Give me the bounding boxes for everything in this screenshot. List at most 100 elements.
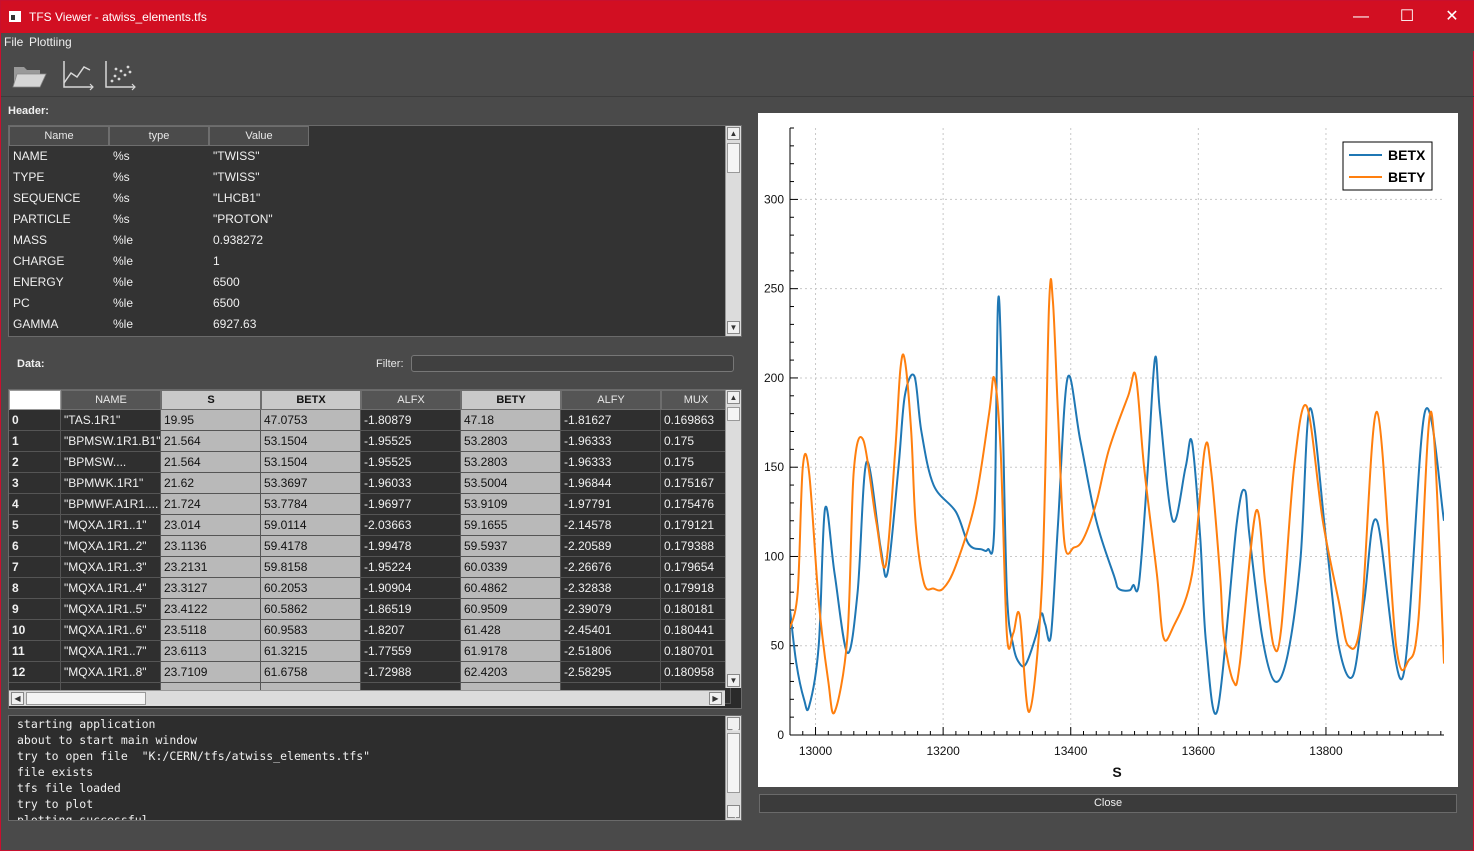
header-row[interactable]: ENERGY %le 6500 xyxy=(9,272,723,293)
row-header[interactable]: 4 xyxy=(9,494,61,515)
table-cell[interactable]: 23.7109 xyxy=(161,662,261,683)
table-cell[interactable]: 21.724 xyxy=(161,494,261,515)
scroll-left-icon[interactable]: ◀ xyxy=(11,692,24,705)
minimize-button[interactable]: — xyxy=(1338,1,1384,33)
table-cell[interactable]: -2.58295 xyxy=(561,662,661,683)
header-row[interactable]: PC %le 6500 xyxy=(9,293,723,314)
table-cell[interactable]: 21.564 xyxy=(161,452,261,473)
table-cell[interactable]: 60.0339 xyxy=(461,557,561,578)
menu-plotting[interactable]: Plottiing xyxy=(29,35,72,49)
scroll-thumb[interactable] xyxy=(727,733,740,793)
row-header[interactable]: 11 xyxy=(9,641,61,662)
table-cell[interactable]: "MQXA.1R1..5" xyxy=(61,599,161,620)
table-cell[interactable]: -1.96844 xyxy=(561,473,661,494)
data-col-header[interactable]: BETX xyxy=(261,390,361,410)
table-cell[interactable]: 60.2053 xyxy=(261,578,361,599)
table-cell[interactable]: 53.9109 xyxy=(461,494,561,515)
table-cell[interactable]: 0.175167 xyxy=(661,473,731,494)
table-cell[interactable]: 0.180181 xyxy=(661,599,731,620)
log-vertical-scrollbar[interactable]: ▲ ▼ xyxy=(725,716,741,820)
menu-file[interactable]: File xyxy=(4,35,23,49)
header-row[interactable]: NAME %s "TWISS" xyxy=(9,146,723,167)
table-cell[interactable]: -1.99478 xyxy=(361,536,461,557)
header-row[interactable]: CHARGE %le 1 xyxy=(9,251,723,272)
data-col-header[interactable]: S xyxy=(161,390,261,410)
table-cell[interactable]: 23.4122 xyxy=(161,599,261,620)
row-header[interactable]: 3 xyxy=(9,473,61,494)
table-cell[interactable]: 53.2803 xyxy=(461,431,561,452)
row-header[interactable]: 2 xyxy=(9,452,61,473)
table-cell[interactable]: -1.86519 xyxy=(361,599,461,620)
table-cell[interactable]: 19.95 xyxy=(161,410,261,431)
table-cell[interactable]: 61.9178 xyxy=(461,641,561,662)
line-plot-icon[interactable] xyxy=(59,57,95,91)
table-cell[interactable]: 23.3127 xyxy=(161,578,261,599)
table-cell[interactable]: 59.5937 xyxy=(461,536,561,557)
data-col-header[interactable]: BETY xyxy=(461,390,561,410)
data-vertical-scrollbar[interactable]: ▲ ▼ xyxy=(725,390,741,688)
table-cell[interactable]: -1.90904 xyxy=(361,578,461,599)
table-cell[interactable]: 23.1136 xyxy=(161,536,261,557)
table-cell[interactable]: 0.169863 xyxy=(661,410,731,431)
table-cell[interactable]: -2.32838 xyxy=(561,578,661,599)
table-cell[interactable]: 0.175476 xyxy=(661,494,731,515)
header-col-type[interactable]: type xyxy=(109,126,209,146)
row-header[interactable]: 9 xyxy=(9,599,61,620)
filter-input[interactable] xyxy=(411,355,734,372)
table-cell[interactable]: "BPMSW.1R1.B1" xyxy=(61,431,161,452)
data-col-header[interactable]: NAME xyxy=(61,390,161,410)
table-cell[interactable]: 59.0114 xyxy=(261,515,361,536)
table-cell[interactable]: "BPMWK.1R1" xyxy=(61,473,161,494)
table-cell[interactable]: 23.2131 xyxy=(161,557,261,578)
scatter-plot-icon[interactable] xyxy=(101,57,137,91)
row-header[interactable]: 7 xyxy=(9,557,61,578)
header-row[interactable]: SEQUENCE %s "LHCB1" xyxy=(9,188,723,209)
table-cell[interactable]: "BPMSW.... xyxy=(61,452,161,473)
table-cell[interactable]: 60.9583 xyxy=(261,620,361,641)
data-col-header[interactable]: ALFY xyxy=(561,390,661,410)
table-cell[interactable]: -1.95525 xyxy=(361,431,461,452)
header-row[interactable]: MASS %le 0.938272 xyxy=(9,230,723,251)
maximize-button[interactable]: ☐ xyxy=(1384,1,1430,33)
table-cell[interactable]: 53.3697 xyxy=(261,473,361,494)
table-cell[interactable]: 0.180441 xyxy=(661,620,731,641)
scroll-up-icon[interactable]: ▲ xyxy=(727,717,740,733)
row-header[interactable]: 10 xyxy=(9,620,61,641)
table-cell[interactable]: -2.14578 xyxy=(561,515,661,536)
table-cell[interactable]: "MQXA.1R1..3" xyxy=(61,557,161,578)
table-cell[interactable]: -1.96033 xyxy=(361,473,461,494)
table-cell[interactable]: 23.014 xyxy=(161,515,261,536)
table-cell[interactable]: 0.179654 xyxy=(661,557,731,578)
table-cell[interactable]: 53.7784 xyxy=(261,494,361,515)
table-cell[interactable]: 59.8158 xyxy=(261,557,361,578)
table-cell[interactable]: "MQXA.1R1..8" xyxy=(61,662,161,683)
table-cell[interactable]: -2.39079 xyxy=(561,599,661,620)
header-vertical-scrollbar[interactable]: ▲ ▼ xyxy=(725,126,741,336)
table-corner[interactable] xyxy=(9,390,61,410)
table-cell[interactable]: -1.8207 xyxy=(361,620,461,641)
table-cell[interactable]: 60.9509 xyxy=(461,599,561,620)
table-cell[interactable]: 61.6758 xyxy=(261,662,361,683)
table-cell[interactable]: -2.51806 xyxy=(561,641,661,662)
scroll-up-icon[interactable]: ▲ xyxy=(727,127,740,140)
row-header[interactable]: 5 xyxy=(9,515,61,536)
table-cell[interactable]: -1.97791 xyxy=(561,494,661,515)
scroll-thumb[interactable] xyxy=(727,407,740,421)
table-cell[interactable]: -1.72988 xyxy=(361,662,461,683)
table-cell[interactable]: "MQXA.1R1..1" xyxy=(61,515,161,536)
table-cell[interactable]: 0.179388 xyxy=(661,536,731,557)
table-cell[interactable]: -2.45401 xyxy=(561,620,661,641)
table-cell[interactable]: 21.62 xyxy=(161,473,261,494)
table-cell[interactable]: 23.6113 xyxy=(161,641,261,662)
table-cell[interactable]: 0.180701 xyxy=(661,641,731,662)
data-horizontal-scrollbar[interactable]: ◀ ▶ xyxy=(9,690,725,706)
row-header[interactable]: 12 xyxy=(9,662,61,683)
header-col-name[interactable]: Name xyxy=(9,126,109,146)
table-cell[interactable]: 61.3215 xyxy=(261,641,361,662)
table-cell[interactable]: 60.5862 xyxy=(261,599,361,620)
row-header[interactable]: 1 xyxy=(9,431,61,452)
folder-open-icon[interactable] xyxy=(11,57,47,91)
table-cell[interactable]: 53.1504 xyxy=(261,452,361,473)
scroll-down-icon[interactable]: ▼ xyxy=(727,674,740,687)
scroll-down-icon[interactable]: ▼ xyxy=(727,805,740,820)
